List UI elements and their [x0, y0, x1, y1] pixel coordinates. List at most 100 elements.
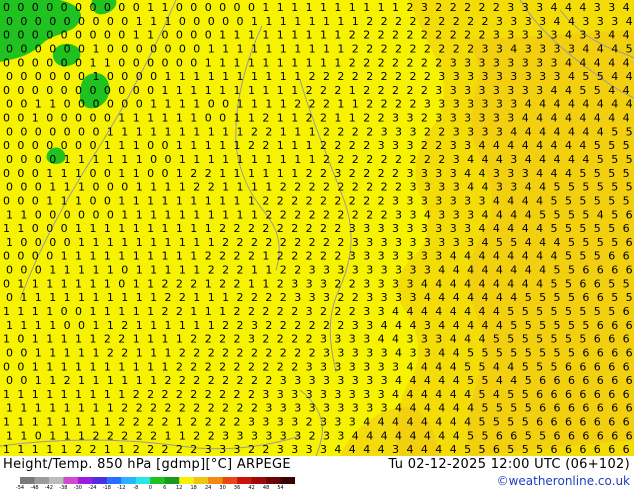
value-label: 1: [265, 181, 272, 194]
value-label: 5: [594, 250, 601, 263]
value-label: 2: [121, 429, 128, 442]
value-label: 3: [611, 15, 618, 28]
value-label: 3: [551, 56, 558, 69]
value-label: 2: [337, 181, 344, 194]
value-label: 2: [309, 347, 316, 360]
value-label: 1: [262, 167, 269, 180]
value-label: 1: [205, 84, 212, 97]
value-label: 1: [208, 319, 215, 332]
value-label: 4: [582, 153, 589, 166]
value-label: 3: [493, 167, 500, 180]
value-label: 3: [522, 167, 529, 180]
value-label: 0: [46, 29, 53, 42]
value-label: 1: [20, 429, 27, 442]
value-label: 0: [234, 1, 241, 14]
value-label: 2: [179, 291, 186, 304]
value-label: 5: [467, 429, 474, 442]
value-label: 4: [597, 98, 604, 111]
credit-link[interactable]: ©weatheronline.co.uk: [497, 474, 630, 488]
value-label: 0: [20, 236, 27, 249]
value-label: 3: [496, 43, 503, 56]
value-label: 2: [237, 402, 244, 415]
value-label: 1: [165, 236, 172, 249]
value-label: 1: [17, 443, 24, 456]
value-label: 0: [93, 125, 100, 138]
value-label: 0: [32, 250, 39, 263]
value-label: 4: [510, 43, 517, 56]
value-label: 1: [251, 15, 258, 28]
value-label: 6: [579, 277, 586, 290]
value-label: 4: [421, 443, 428, 456]
value-label: 1: [61, 360, 68, 373]
value-label: 4: [510, 291, 517, 304]
value-label: 2: [121, 402, 128, 415]
value-label: 3: [421, 167, 428, 180]
value-label: 6: [623, 250, 630, 263]
value-label: 1: [208, 125, 215, 138]
value-label: 3: [496, 181, 503, 194]
value-label: 4: [496, 208, 503, 221]
value-label: 2: [337, 319, 344, 332]
value-label: 5: [482, 374, 489, 387]
value-label: 6: [579, 388, 586, 401]
value-label: 5: [539, 291, 546, 304]
value-label: 0: [90, 195, 97, 208]
value-label: 0: [118, 1, 125, 14]
value-label: 3: [366, 291, 373, 304]
value-label: 1: [17, 388, 24, 401]
value-label: 0: [6, 43, 13, 56]
value-label: 0: [3, 277, 10, 290]
value-label: 0: [64, 319, 71, 332]
value-label: 2: [277, 360, 284, 373]
value-label: 1: [193, 70, 200, 83]
value-label: 3: [525, 43, 532, 56]
value-label: 0: [75, 29, 82, 42]
value-label: 4: [363, 443, 370, 456]
value-label: 0: [32, 139, 39, 152]
value-label: 3: [222, 429, 229, 442]
value-label: 4: [435, 277, 442, 290]
value-label: 5: [507, 333, 514, 346]
value-label: 4: [421, 305, 428, 318]
value-label: 4: [611, 43, 618, 56]
value-label: 3: [407, 277, 414, 290]
value-label: 2: [323, 208, 330, 221]
value-label: 2: [421, 29, 428, 42]
value-label: 2: [150, 402, 157, 415]
value-label: 0: [237, 15, 244, 28]
value-label: 1: [334, 1, 341, 14]
value-label: 1: [176, 139, 183, 152]
value-label: 3: [438, 70, 445, 83]
value-label: 2: [334, 84, 341, 97]
value-label: 4: [421, 277, 428, 290]
value-label: 1: [20, 402, 27, 415]
value-label: 4: [438, 429, 445, 442]
value-label: 3: [352, 402, 359, 415]
value-label: 2: [251, 125, 258, 138]
value-label: 6: [626, 236, 633, 249]
value-label: 4: [349, 443, 356, 456]
value-label: 2: [337, 70, 344, 83]
value-label: 2: [309, 70, 316, 83]
value-label: 4: [579, 139, 586, 152]
temperature-map: 0000000000110000001111111111232222233344…: [0, 0, 634, 456]
value-label: 6: [597, 264, 604, 277]
value-label: 0: [17, 167, 24, 180]
value-label: 2: [234, 277, 241, 290]
value-label: 0: [118, 84, 125, 97]
value-label: 1: [150, 181, 157, 194]
value-label: 1: [35, 374, 42, 387]
value-label: 2: [334, 277, 341, 290]
value-label: 0: [162, 139, 169, 152]
value-label: 0: [3, 167, 10, 180]
value-label: 5: [579, 84, 586, 97]
value-label: 2: [176, 277, 183, 290]
value-label: 1: [176, 167, 183, 180]
value-label: 5: [507, 305, 514, 318]
value-label: 5: [522, 416, 529, 429]
value-label: 1: [337, 43, 344, 56]
value-label: 1: [93, 291, 100, 304]
value-label: 1: [49, 181, 56, 194]
value-label: 3: [493, 112, 500, 125]
value-label: 4: [421, 416, 428, 429]
